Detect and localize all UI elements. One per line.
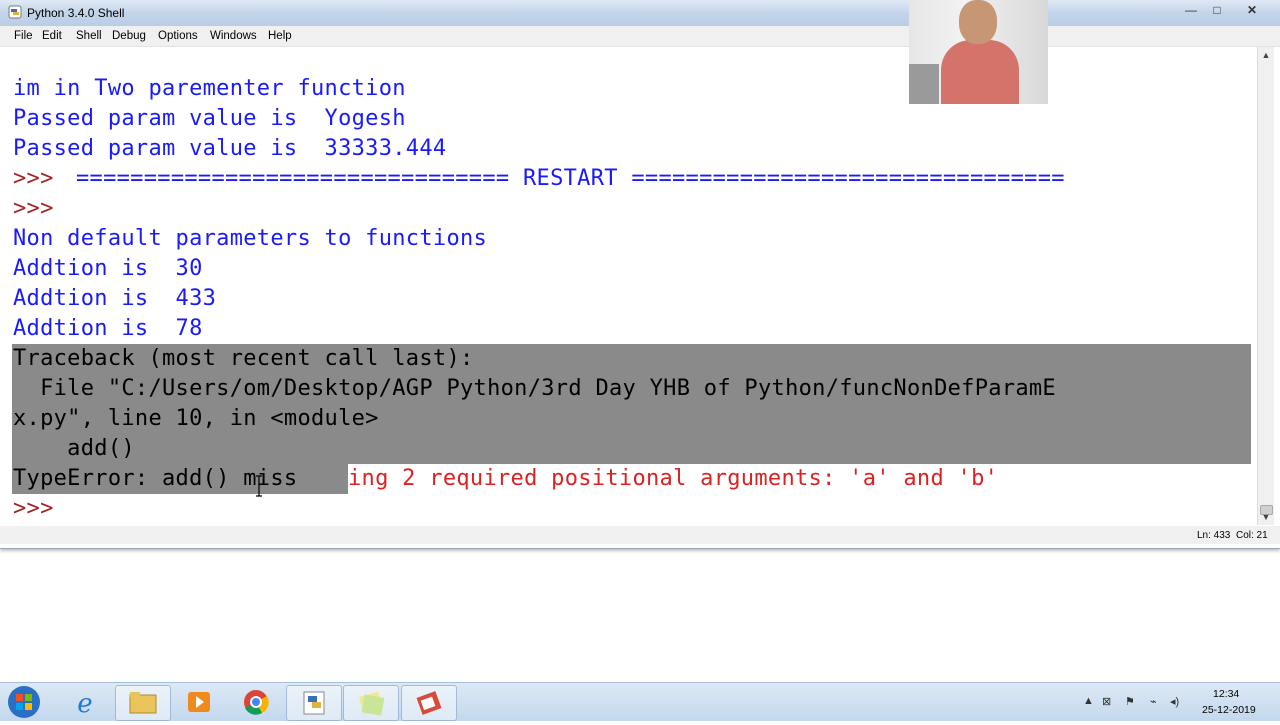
clock-time[interactable]: 12:34 bbox=[1213, 688, 1239, 700]
text-cursor-icon bbox=[256, 475, 262, 497]
output-line: Passed param value is Yogesh bbox=[13, 106, 406, 131]
scroll-down-icon[interactable]: ▼ bbox=[1258, 509, 1274, 525]
vertical-scrollbar[interactable]: ▲ ▼ bbox=[1257, 47, 1274, 525]
windows-start-icon[interactable] bbox=[4, 684, 44, 720]
menu-file[interactable]: File bbox=[14, 30, 33, 42]
python-idle-icon[interactable] bbox=[286, 685, 342, 721]
taskbar: e ▲ ⊠ ⚑ ⌁ ◂) bbox=[0, 682, 1280, 721]
shell-text-area[interactable]: im in Two parementer function Passed par… bbox=[0, 47, 1257, 525]
output-line: Addtion is 30 bbox=[13, 256, 203, 281]
traceback-line: Traceback (most recent call last): bbox=[13, 346, 474, 371]
menu-bar: File Edit Shell Debug Options Windows He… bbox=[0, 26, 1280, 47]
status-bar bbox=[0, 526, 1280, 544]
media-player-icon[interactable] bbox=[172, 685, 226, 719]
output-line: im in Two parementer function bbox=[13, 76, 406, 101]
chrome-icon[interactable] bbox=[229, 685, 283, 719]
column-number-status: Col: 21 bbox=[1236, 530, 1268, 541]
restart-banner: ================================ RESTART… bbox=[76, 166, 1065, 191]
sticky-notes-icon[interactable] bbox=[343, 685, 399, 721]
connectivity-icon[interactable]: ⌁ bbox=[1150, 695, 1157, 708]
close-button[interactable]: ✕ bbox=[1232, 2, 1272, 19]
presentation-icon[interactable] bbox=[401, 685, 457, 721]
python-shell-window: Python 3.4.0 Shell — □ ✕ File Edit Shell… bbox=[0, 0, 1280, 549]
menu-edit[interactable]: Edit bbox=[42, 30, 62, 42]
menu-shell[interactable]: Shell bbox=[76, 30, 102, 42]
title-bar[interactable]: Python 3.4.0 Shell — □ ✕ bbox=[0, 0, 1280, 26]
scroll-up-icon[interactable]: ▲ bbox=[1258, 47, 1274, 63]
menu-debug[interactable]: Debug bbox=[112, 30, 146, 42]
prompt-line: >>> bbox=[13, 496, 68, 521]
python-icon bbox=[8, 5, 22, 19]
output-line: Addtion is 433 bbox=[13, 286, 217, 311]
traceback-line: add() bbox=[13, 436, 135, 461]
menu-options[interactable]: Options bbox=[158, 30, 198, 42]
menu-help[interactable]: Help bbox=[268, 30, 292, 42]
error-line-rest: ing 2 required positional arguments: 'a'… bbox=[348, 466, 999, 491]
volume-icon[interactable]: ◂) bbox=[1170, 695, 1179, 708]
traceback-line: File "C:/Users/om/Desktop/AGP Python/3rd… bbox=[13, 376, 1056, 401]
show-hidden-icons-icon[interactable]: ▲ bbox=[1083, 695, 1094, 707]
svg-text:e: e bbox=[77, 689, 92, 719]
internet-explorer-icon[interactable]: e bbox=[58, 685, 112, 719]
prompt-line: >>> bbox=[13, 196, 68, 221]
output-line: Addtion is 78 bbox=[13, 316, 203, 341]
clock-date[interactable]: 25-12-2019 bbox=[1202, 704, 1256, 716]
file-explorer-icon[interactable] bbox=[115, 685, 171, 721]
maximize-button[interactable]: □ bbox=[1204, 2, 1230, 19]
webcam-overlay bbox=[909, 0, 1048, 104]
prompt-line: >>> bbox=[13, 166, 68, 191]
line-number-status: Ln: 433 bbox=[1197, 530, 1231, 541]
output-line: Non default parameters to functions bbox=[13, 226, 488, 251]
window-title: Python 3.4.0 Shell bbox=[27, 6, 125, 20]
action-center-icon[interactable]: ⚑ bbox=[1125, 695, 1135, 708]
output-line: Passed param value is 33333.444 bbox=[13, 136, 447, 161]
minimize-button[interactable]: — bbox=[1178, 2, 1204, 19]
traceback-line: x.py", line 10, in <module> bbox=[13, 406, 379, 431]
menu-windows[interactable]: Windows bbox=[210, 30, 257, 42]
network-tray-icon[interactable]: ⊠ bbox=[1102, 695, 1111, 708]
